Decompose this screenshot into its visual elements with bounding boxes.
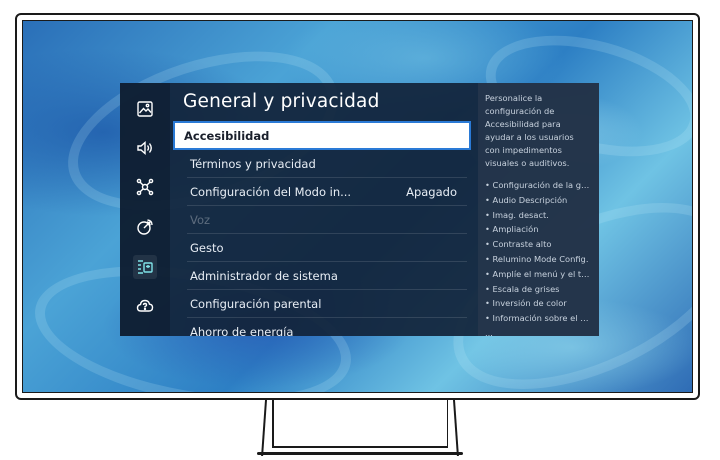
menu-item-terminos-privacidad[interactable]: Términos y privacidad bbox=[173, 150, 471, 178]
page-title: General y privacidad bbox=[183, 91, 380, 112]
menu-item-label: Voz bbox=[190, 213, 211, 227]
menu-item-gesto[interactable]: Gesto bbox=[173, 234, 471, 262]
info-list-item: • Relumino Mode Config. bbox=[485, 253, 589, 264]
settings-icon-rail bbox=[120, 83, 170, 336]
settings-menu-list: Accesibilidad Términos y privacidad Conf… bbox=[173, 119, 475, 336]
menu-item-configuracion-parental[interactable]: Configuración parental bbox=[173, 290, 471, 318]
menu-item-label: Accesibilidad bbox=[184, 128, 270, 143]
menu-item-label: Términos y privacidad bbox=[190, 157, 316, 171]
menu-item-accesibilidad[interactable]: Accesibilidad bbox=[173, 121, 471, 150]
menu-item-ahorro-energia[interactable]: Ahorro de energía bbox=[173, 318, 471, 336]
connection-icon[interactable] bbox=[133, 175, 157, 199]
info-list-item: • Audio Descripción bbox=[485, 194, 568, 205]
tv-stand bbox=[257, 400, 463, 456]
info-list-item: • Configuración de la guí... bbox=[485, 180, 591, 190]
menu-item-label: Configuración parental bbox=[190, 297, 322, 311]
info-list-item: • Inversión de color bbox=[485, 298, 567, 309]
picture-icon[interactable] bbox=[133, 97, 157, 121]
menu-item-voz: Voz bbox=[173, 206, 471, 234]
settings-menu-panel: General y privacidad Accesibilidad Térmi… bbox=[120, 83, 599, 336]
sound-icon[interactable] bbox=[133, 136, 157, 160]
info-list-item: • Contraste alto bbox=[485, 239, 552, 250]
menu-item-value: Apagado bbox=[406, 185, 457, 199]
info-list-item: • Escala de grises bbox=[485, 283, 560, 294]
menu-item-label: Gesto bbox=[190, 241, 224, 255]
menu-item-modo-inicio[interactable]: Configuración del Modo in... Apagado bbox=[173, 178, 471, 206]
menu-item-label: Administrador de sistema bbox=[190, 269, 338, 283]
general-privacy-icon[interactable] bbox=[133, 255, 157, 279]
info-feature-list: • Configuración de la guí... • Audio Des… bbox=[485, 178, 591, 336]
info-list-item: • Ampliación bbox=[485, 224, 539, 235]
support-cloud-icon[interactable] bbox=[133, 294, 157, 318]
menu-item-label: Ahorro de energía bbox=[190, 325, 294, 336]
info-list-item: • Información sobre el co... bbox=[485, 313, 591, 324]
info-description: Personalice la configuración de Accesibi… bbox=[485, 93, 574, 168]
info-list-item: • Imag. desact. bbox=[485, 209, 549, 220]
menu-item-label: Configuración del Modo in... bbox=[190, 185, 352, 199]
support-signal-icon[interactable] bbox=[133, 215, 157, 239]
menu-item-administrador-sistema[interactable]: Administrador de sistema bbox=[173, 262, 471, 290]
info-list-item: • Amplíe el menú y el tex... bbox=[485, 268, 591, 279]
info-list-more: ... bbox=[485, 327, 493, 336]
info-pane: Personalice la configuración de Accesibi… bbox=[478, 83, 599, 336]
